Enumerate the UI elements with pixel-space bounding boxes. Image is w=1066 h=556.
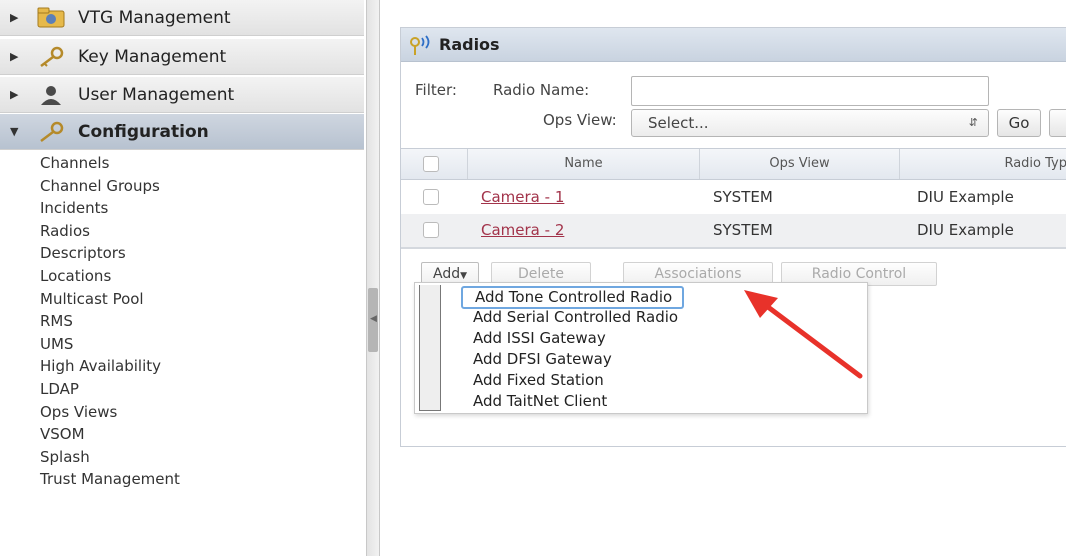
column-header-ops-view[interactable]: Ops View	[699, 149, 899, 179]
splitter-handle[interactable]: ◀	[368, 288, 378, 352]
radio-name-label: Radio Name:	[493, 81, 590, 99]
radio-type-cell: DIU Example	[917, 188, 1014, 206]
sidebar-item-splash[interactable]: Splash	[40, 446, 180, 469]
menu-item-add-tone-controlled-radio[interactable]: Add Tone Controlled Radio	[461, 286, 685, 309]
ops-view-label: Ops View:	[543, 111, 617, 129]
sidebar-section-label: User Management	[78, 84, 235, 105]
expand-triangle-icon[interactable]: ▶	[10, 50, 26, 63]
dropdown-caret-icon: ▼	[460, 271, 468, 281]
radio-type-cell: DIU Example	[917, 221, 1014, 239]
sidebar-item-incidents[interactable]: Incidents	[40, 197, 180, 220]
expand-triangle-icon[interactable]: ▶	[10, 11, 26, 24]
pane-splitter[interactable]: ◀	[366, 0, 380, 556]
config-items-list: Channels Channel Groups Incidents Radios…	[40, 152, 180, 491]
menu-item-add-issi-gateway[interactable]: Add ISSI Gateway	[473, 328, 606, 349]
vtg-folder-icon	[36, 6, 66, 30]
sidebar-item-descriptors[interactable]: Descriptors	[40, 242, 180, 265]
table-row[interactable]: Camera - 2 SYSTEM DIU Example	[401, 214, 1066, 247]
sidebar-item-ops-views[interactable]: Ops Views	[40, 401, 180, 424]
ops-view-select[interactable]: Select... ⇵	[631, 109, 989, 137]
sidebar-item-channels[interactable]: Channels	[40, 152, 180, 175]
radio-name-link[interactable]: Camera - 2	[481, 214, 564, 247]
sidebar-section-label: VTG Management	[78, 7, 231, 28]
sidebar-item-multicast-pool[interactable]: Multicast Pool	[40, 288, 180, 311]
go-button[interactable]: Go	[997, 109, 1041, 137]
sidebar-item-ldap[interactable]: LDAP	[40, 378, 180, 401]
radio-name-link[interactable]: Camera - 1	[481, 181, 564, 214]
wrench-icon	[36, 120, 66, 144]
sidebar-section-label: Key Management	[78, 46, 227, 67]
ops-view-selected-value: Select...	[648, 114, 709, 132]
menu-side-strip	[419, 285, 441, 411]
sidebar-item-high-availability[interactable]: High Availability	[40, 355, 180, 378]
sidebar: ▶ VTG Management ▶ Key Management ▶ User…	[0, 0, 368, 556]
table-divider	[401, 247, 1066, 249]
select-all-checkbox[interactable]	[423, 156, 439, 172]
key-icon	[36, 45, 66, 69]
panel-header: Radios	[401, 28, 1066, 62]
collapse-arrow-icon: ◀	[370, 314, 377, 324]
sidebar-item-radios[interactable]: Radios	[40, 220, 180, 243]
sidebar-item-vsom[interactable]: VSOM	[40, 423, 180, 446]
sidebar-item-rms[interactable]: RMS	[40, 310, 180, 333]
column-header-name[interactable]: Name	[467, 149, 699, 179]
table-header: Name Ops View Radio Typ	[401, 148, 1066, 180]
menu-item-add-serial-controlled-radio[interactable]: Add Serial Controlled Radio	[473, 307, 678, 328]
filter-label: Filter:	[415, 81, 457, 99]
add-button-label: Add	[432, 266, 461, 282]
radio-name-input[interactable]	[631, 76, 989, 106]
sidebar-item-trust-management[interactable]: Trust Management	[40, 468, 180, 491]
row-checkbox[interactable]	[423, 189, 439, 205]
column-header-radio-type[interactable]: Radio Typ	[899, 149, 1066, 179]
expand-triangle-icon[interactable]: ▶	[10, 88, 26, 101]
sidebar-section-configuration[interactable]: ▼ Configuration	[0, 114, 364, 150]
ops-view-cell: SYSTEM	[713, 188, 773, 206]
select-arrows-icon: ⇵	[968, 116, 978, 129]
user-icon	[36, 83, 66, 107]
annotation-arrow-icon	[744, 290, 863, 379]
sidebar-item-channel-groups[interactable]: Channel Groups	[40, 175, 180, 198]
menu-item-add-fixed-station[interactable]: Add Fixed Station	[473, 370, 604, 391]
menu-item-add-taitnet-client[interactable]: Add TaitNet Client	[473, 391, 607, 412]
row-checkbox[interactable]	[423, 222, 439, 238]
sidebar-item-locations[interactable]: Locations	[40, 265, 180, 288]
extra-button[interactable]	[1049, 109, 1066, 137]
sidebar-section-label: Configuration	[78, 121, 209, 142]
sidebar-item-ums[interactable]: UMS	[40, 333, 180, 356]
sidebar-section-user-management[interactable]: ▶ User Management	[0, 77, 364, 113]
ops-view-cell: SYSTEM	[713, 221, 773, 239]
menu-item-add-dfsi-gateway[interactable]: Add DFSI Gateway	[473, 349, 612, 370]
collapse-triangle-icon[interactable]: ▼	[10, 125, 26, 138]
sidebar-section-vtg-management[interactable]: ▶ VTG Management	[0, 0, 364, 36]
table-row[interactable]: Camera - 1 SYSTEM DIU Example	[401, 181, 1066, 214]
sidebar-section-key-management[interactable]: ▶ Key Management	[0, 39, 364, 75]
radio-antenna-icon	[407, 34, 435, 56]
panel-title: Radios	[439, 35, 500, 54]
